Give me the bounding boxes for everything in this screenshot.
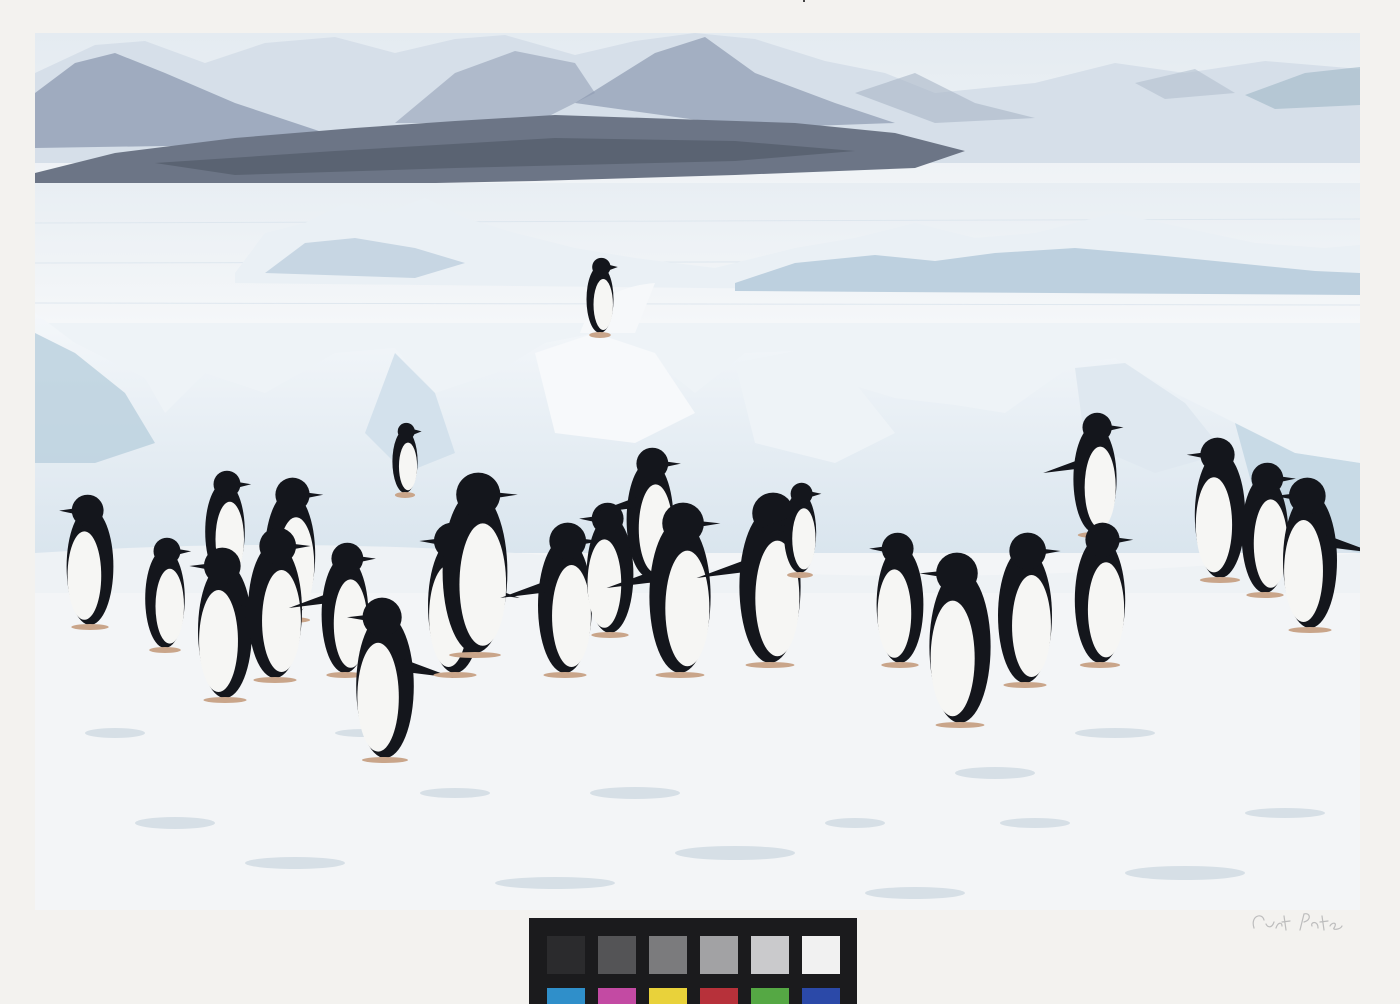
color-patch-4 (700, 988, 738, 1004)
color-patch-1 (547, 988, 585, 1004)
artist-signature (1252, 913, 1343, 931)
photo-scene (35, 33, 1360, 910)
gray-patch-4 (700, 936, 738, 974)
gray-patch-6 (802, 936, 840, 974)
color-patch-2 (598, 988, 636, 1004)
penguin-photograph (35, 33, 1360, 910)
gray-patch-1 (547, 936, 585, 974)
color-calibration-card (529, 918, 857, 1004)
gray-patch-2 (598, 936, 636, 974)
gray-patch-5 (751, 936, 789, 974)
color-patch-5 (751, 988, 789, 1004)
color-patch-6 (802, 988, 840, 1004)
color-patch-3 (649, 988, 687, 1004)
gray-patch-3 (649, 936, 687, 974)
corner-tick-mark (803, 0, 805, 2)
